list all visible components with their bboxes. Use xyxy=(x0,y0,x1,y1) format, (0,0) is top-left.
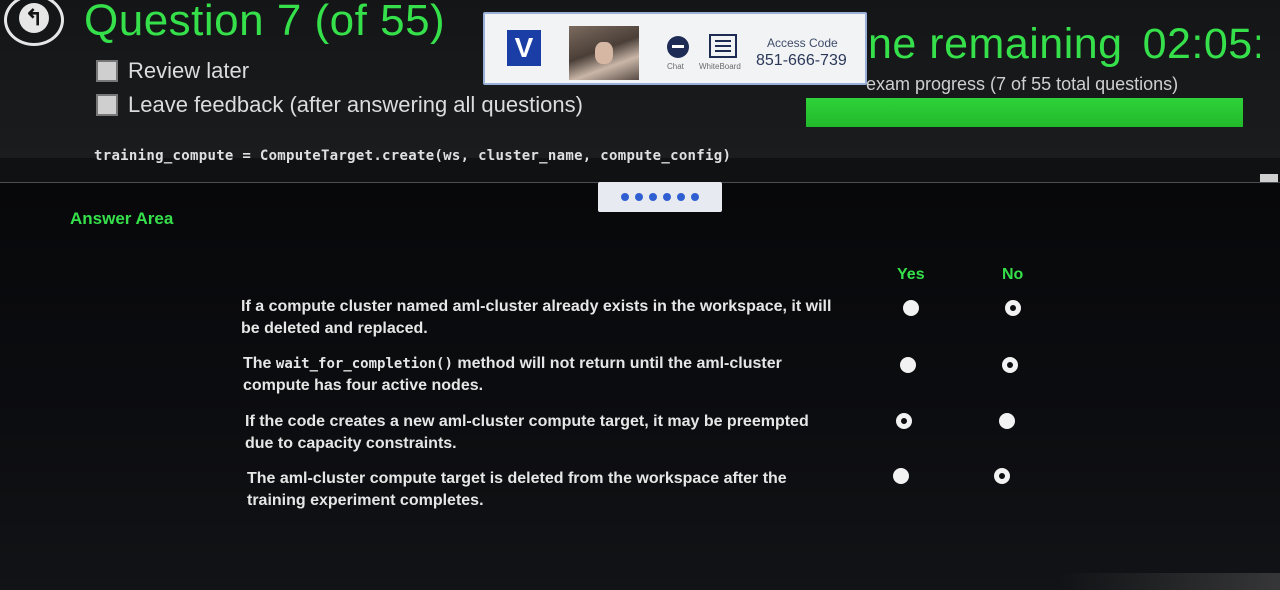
statement-1-no-radio[interactable] xyxy=(1005,300,1021,316)
statement-1-line1: If a compute cluster named aml-cluster a… xyxy=(241,298,832,315)
code-snippet: training_compute = ComputeTarget.create(… xyxy=(94,148,732,164)
statement-3-no-radio[interactable] xyxy=(999,413,1015,429)
time-remaining-label: ne remaining xyxy=(868,20,1123,68)
leave-feedback-label: Leave feedback (after answering all ques… xyxy=(128,92,583,117)
statement-2-prefix: The xyxy=(243,355,276,372)
exam-progress-bar xyxy=(806,98,1243,127)
webcam-preview xyxy=(569,26,639,80)
answer-area: Answer Area Yes No If a compute cluster … xyxy=(0,183,1280,590)
review-later-label: Review later xyxy=(128,58,250,83)
statement-4-line1: The aml-cluster compute target is delete… xyxy=(247,470,787,487)
proctor-logo: V xyxy=(507,30,541,66)
review-later-checkbox[interactable]: Review later xyxy=(96,58,249,84)
checkbox-icon[interactable] xyxy=(96,94,118,116)
exam-header: ↰ Question 7 (of 55) Review later Leave … xyxy=(0,0,1280,164)
statement-3-line1: If the code creates a new aml-cluster co… xyxy=(245,413,809,430)
checkbox-icon[interactable] xyxy=(96,60,118,82)
statement-4-no-radio[interactable] xyxy=(994,468,1010,484)
back-arrow-icon: ↰ xyxy=(19,3,49,33)
statement-2-suffix: method will not return until the aml-clu… xyxy=(452,355,782,372)
statement-1-yes-radio[interactable] xyxy=(903,300,919,316)
statement-1: If a compute cluster named aml-cluster a… xyxy=(241,296,861,340)
back-button[interactable]: ↰ xyxy=(4,0,64,46)
exam-progress-fill xyxy=(806,98,1243,127)
nav-buttons-edge xyxy=(1060,573,1280,590)
chat-icon[interactable] xyxy=(667,36,689,58)
time-remaining: ne remaining 02:05:14 xyxy=(868,20,1260,69)
access-code-value: 851-666-739 xyxy=(756,52,847,69)
more-options-button[interactable] xyxy=(598,182,722,212)
statement-2-line2: compute has four active nodes. xyxy=(243,377,484,394)
statement-3-yes-radio[interactable] xyxy=(896,413,912,429)
access-code-label: Access Code xyxy=(767,36,838,50)
dot-icon xyxy=(691,193,699,201)
dot-icon xyxy=(635,193,643,201)
time-remaining-value: 02:05:14 xyxy=(1142,20,1260,68)
dot-icon xyxy=(677,193,685,201)
statement-3: If the code creates a new aml-cluster co… xyxy=(245,411,865,455)
chat-label: Chat xyxy=(667,62,684,71)
statement-4: The aml-cluster compute target is delete… xyxy=(247,468,867,512)
statement-2-code: wait_for_completion() xyxy=(275,356,453,372)
answer-area-title: Answer Area xyxy=(70,209,174,228)
statement-4-yes-radio[interactable] xyxy=(893,468,909,484)
whiteboard-label: WhiteBoard xyxy=(699,62,741,71)
leave-feedback-checkbox[interactable]: Leave feedback (after answering all ques… xyxy=(96,92,583,118)
question-title: Question 7 (of 55) xyxy=(84,0,446,45)
statement-1-line2: be deleted and replaced. xyxy=(241,320,428,337)
whiteboard-icon[interactable] xyxy=(709,34,737,58)
statement-3-line2: due to capacity constraints. xyxy=(245,435,457,452)
dot-icon xyxy=(621,193,629,201)
remote-session-panel: V Chat WhiteBoard Access Code 851-666-73… xyxy=(483,12,867,85)
statement-2: The wait_for_completion() method will no… xyxy=(243,353,863,397)
statement-4-line2: training experiment completes. xyxy=(247,492,484,509)
dot-icon xyxy=(663,193,671,201)
dot-icon xyxy=(649,193,657,201)
yes-column-header: Yes xyxy=(897,266,925,283)
statement-2-yes-radio[interactable] xyxy=(900,357,916,373)
no-column-header: No xyxy=(1002,266,1024,283)
exam-progress-label: exam progress (7 of 55 total questions) xyxy=(866,74,1179,94)
statement-2-no-radio[interactable] xyxy=(1002,357,1018,373)
